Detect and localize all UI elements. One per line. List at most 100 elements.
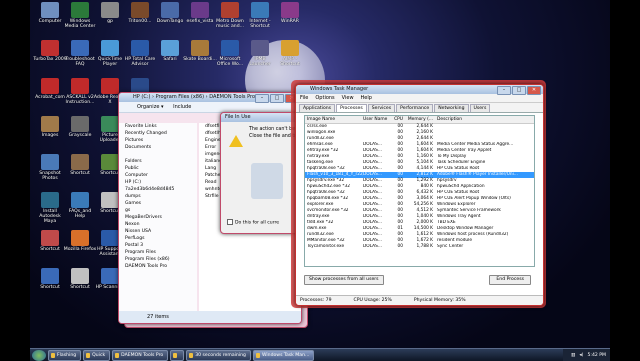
network-icon[interactable]: ▥ <box>571 353 575 358</box>
desktop-icon[interactable]: Shortcut <box>63 268 97 290</box>
desktop-icon[interactable]: Images <box>33 116 67 138</box>
nav-item[interactable]: Postal 3 <box>119 242 197 249</box>
process-table[interactable]: Image Name User Name CPU Memory (... Descrip… <box>304 115 535 267</box>
maximize-button[interactable]: □ <box>270 94 284 103</box>
taskbar-button[interactable] <box>170 349 185 361</box>
task-manager-window[interactable]: Windows Task Manager – □ ✕ File Options View… <box>295 84 544 306</box>
desktop-icon[interactable]: Computer <box>33 2 67 24</box>
desktop-icon[interactable]: Shortcut <box>63 154 97 176</box>
desktop-icon[interactable]: DownTango <box>153 2 187 24</box>
nav-item[interactable]: HP (C:) <box>119 179 197 186</box>
nav-item[interactable]: Favorite Links <box>119 123 197 130</box>
desktop-icon[interactable]: Grayscale <box>63 116 97 138</box>
desktop-icon[interactable]: WinRAR <box>273 2 307 24</box>
apply-all-checkbox[interactable]: Do this for all curre <box>227 218 279 225</box>
desktop-icon[interactable]: Troubleshoot FAQ <box>63 40 97 67</box>
nav-item[interactable]: Nissen USA <box>119 228 197 235</box>
clock[interactable]: 5:42 PM <box>587 353 606 358</box>
desktop-icon[interactable]: FAQs_and Help <box>63 192 97 219</box>
desktop-icon[interactable]: HP Total Care Advisor <box>123 40 157 67</box>
nav-item[interactable]: Documents <box>119 144 197 151</box>
desktop-icon[interactable]: Install Autodesk Maya <box>33 192 67 224</box>
column-header[interactable]: Memory (... <box>405 116 437 123</box>
app-icon <box>251 40 269 56</box>
desktop-icon[interactable]: gp <box>93 2 127 24</box>
tab[interactable]: Processes <box>336 104 367 112</box>
nav-item[interactable]: Computer <box>119 172 197 179</box>
nav-item[interactable]: DAEMON Tools Pro <box>119 263 197 270</box>
end-process-button[interactable]: End Process <box>489 275 531 285</box>
maximize-button[interactable]: □ <box>512 86 526 95</box>
nav-item[interactable]: Recently Changed <box>119 130 197 137</box>
desktop-icon[interactable]: Skate Boardi... <box>183 40 217 62</box>
tab[interactable]: Networking <box>434 104 469 112</box>
column-header[interactable]: User Name <box>363 116 389 123</box>
taskbar-button[interactable]: DAEMON Tools Pro <box>112 349 169 361</box>
tab[interactable]: Applications <box>299 104 336 112</box>
desktop-icon[interactable]: esefix_vista <box>183 2 217 24</box>
taskbar-button[interactable]: Quick <box>83 349 111 361</box>
desktop-icon[interactable]: Shortcut <box>33 230 67 252</box>
start-button[interactable] <box>32 349 46 361</box>
column-header[interactable]: Description <box>437 116 534 123</box>
nav-item[interactable]: gs <box>119 207 197 214</box>
tab[interactable]: Performance <box>396 104 434 112</box>
desktop-icon[interactable]: Acrobat_com <box>33 78 67 100</box>
app-icon <box>221 40 239 56</box>
desktop-icon[interactable]: AIMP - Shortcut <box>273 40 307 67</box>
nav-item[interactable]: Games <box>119 200 197 207</box>
task-manager-titlebar[interactable]: Windows Task Manager – □ ✕ <box>296 85 543 95</box>
desktop-icon[interactable]: Snapshot Photos <box>33 154 67 181</box>
nav-item[interactable]: MegaBerDrivers <box>119 214 197 221</box>
nav-item[interactable] <box>119 151 197 158</box>
item-count: 27 items <box>147 314 169 320</box>
nav-item[interactable]: Program Files (x86) <box>119 256 197 263</box>
tab[interactable]: Users <box>469 104 491 112</box>
desktop-icon[interactable]: Microsoft Office Wo... <box>213 40 247 67</box>
close-button[interactable]: ✕ <box>527 86 541 95</box>
column-header[interactable]: Image Name <box>305 116 363 123</box>
desktop-icon[interactable]: TurboTax 2009 <box>33 40 67 62</box>
desktop-icon-label: Troubleshoot FAQ <box>65 57 95 67</box>
tab[interactable]: Services <box>367 104 396 112</box>
desktop-icon[interactable]: ASCKALL v2 Instruction... <box>63 78 97 105</box>
menu-item[interactable]: File <box>300 95 308 101</box>
desktop-icon[interactable]: QuickTime Player <box>93 40 127 67</box>
taskbar-button[interactable]: 30 seconds remaining <box>186 349 251 361</box>
desktop-icon[interactable]: Triton00... <box>123 2 157 24</box>
menu-item[interactable]: Options <box>315 95 334 101</box>
desktop-icon[interactable]: Windows Media Center <box>63 2 97 29</box>
nav-item[interactable]: dumps <box>119 193 197 200</box>
include-button[interactable]: Include <box>173 104 191 110</box>
checkbox-box[interactable] <box>227 218 233 225</box>
minimize-button[interactable]: – <box>497 86 511 95</box>
right-letterbox <box>610 0 640 360</box>
process-row[interactable]: Tsycamonitor.exe DOLAS... 00 1,788 K Sync Ce… <box>305 244 534 250</box>
column-header[interactable]: CPU <box>389 116 405 123</box>
desktop-icon[interactable]: Safari <box>153 40 187 62</box>
desktop-icon[interactable]: IPMB Launcher <box>243 40 277 67</box>
nav-item[interactable]: Pictures <box>119 137 197 144</box>
nav-item[interactable]: PerfLogs <box>119 235 197 242</box>
explorer-address-bar[interactable]: HP (C:) › Program Files (x86) › DAEMON T… <box>119 93 301 103</box>
desktop-icon-label: DownTango <box>156 19 184 24</box>
menu-item[interactable]: View <box>342 95 354 101</box>
desktop-icon[interactable]: Mozilla Firefox <box>63 230 97 252</box>
taskbar-button[interactable]: Flashing <box>48 349 82 361</box>
menu-item[interactable]: Help <box>361 95 372 101</box>
minimize-button[interactable]: – <box>255 94 269 103</box>
nav-item[interactable]: 7a2ed3b6d4e8d4845 <box>119 186 197 193</box>
organize-button[interactable]: Organize ▾ <box>137 104 164 110</box>
nav-item[interactable]: Public <box>119 165 197 172</box>
desktop-icon[interactable]: Metro Down music and... <box>213 2 247 29</box>
taskbar-button[interactable]: Windows Task Man... <box>252 349 315 361</box>
breadcrumb[interactable]: HP (C:) › Program Files (x86) › DAEMON T… <box>133 94 255 100</box>
nav-item[interactable]: Folders <box>119 158 197 165</box>
nav-item[interactable]: Nexon <box>119 221 197 228</box>
desktop-icon[interactable]: Internet - Shortcut <box>243 2 277 29</box>
desktop-icon[interactable]: Shortcut <box>33 268 67 290</box>
volume-icon[interactable]: ◂) <box>579 353 583 358</box>
left-letterbox <box>0 0 30 360</box>
show-all-processes-button[interactable]: Show processes from all users <box>304 275 384 285</box>
nav-item[interactable]: Program Files <box>119 249 197 256</box>
